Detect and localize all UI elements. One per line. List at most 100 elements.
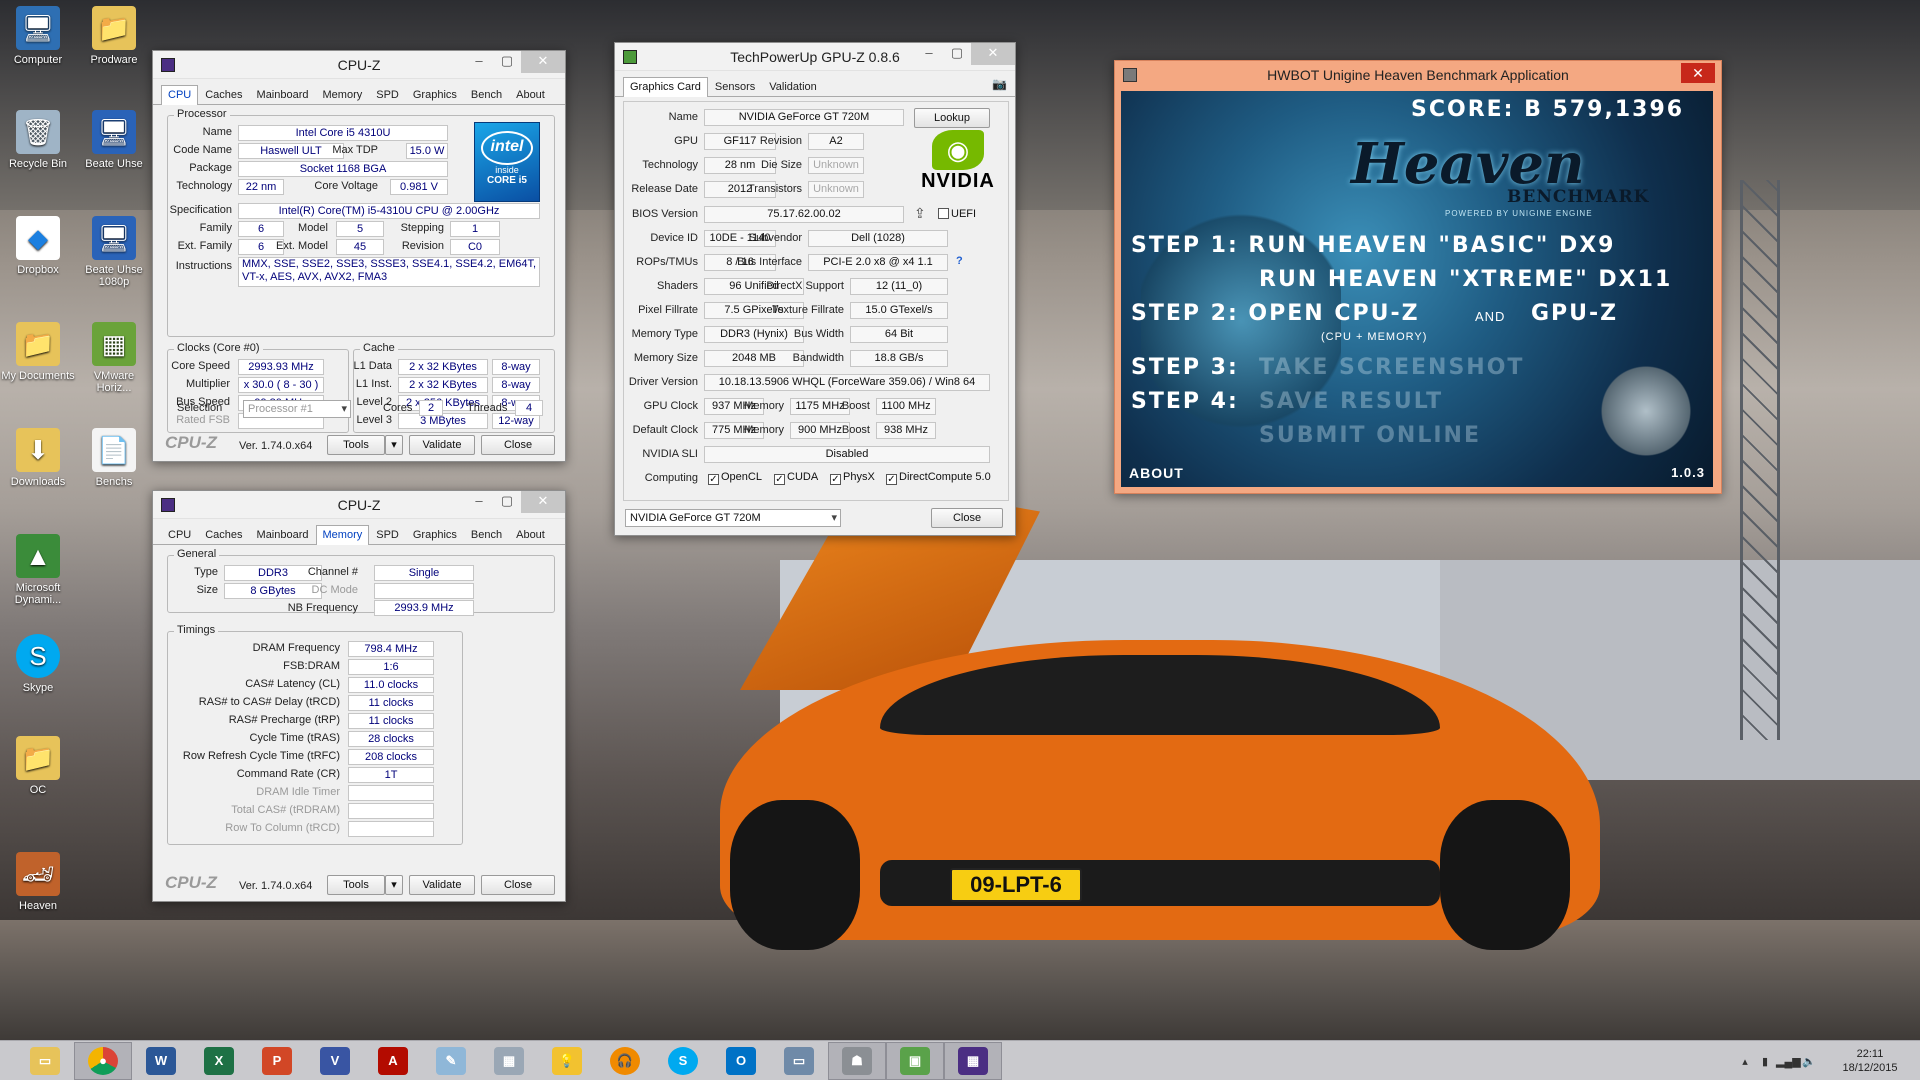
- uefi-checkbox[interactable]: UEFI: [938, 208, 976, 220]
- close-window-button[interactable]: ✕: [971, 43, 1015, 65]
- minimize-button[interactable]: –: [465, 51, 493, 73]
- desktop-icon-recycle-bin[interactable]: 🗑 Recycle Bin: [0, 110, 76, 170]
- desktop-icon-beate-uhse-1080p[interactable]: 🖥 Beate Uhse 1080p: [76, 216, 152, 288]
- share-icon[interactable]: ⇪: [914, 205, 926, 222]
- validate-button[interactable]: Validate: [409, 435, 475, 455]
- step-1-xtreme[interactable]: RUN HEAVEN "XTREME" DX11: [1259, 267, 1672, 292]
- desktop-icon-vmware-horizon[interactable]: ▦ VMware Horiz...: [76, 322, 152, 394]
- taskbar-skype[interactable]: S: [654, 1042, 712, 1080]
- maximize-button[interactable]: ▢: [943, 43, 971, 65]
- desktop-icon-downloads[interactable]: ⬇ Downloads: [0, 428, 76, 488]
- desktop-icon-my-documents[interactable]: 📁 My Documents: [0, 322, 76, 382]
- tab-bench[interactable]: Bench: [464, 525, 509, 544]
- tab-caches[interactable]: Caches: [198, 525, 249, 544]
- tray-expand-icon[interactable]: ▴: [1736, 1055, 1754, 1068]
- clock[interactable]: 22:11 18/12/2015: [1820, 1047, 1920, 1075]
- taskbar-chrome[interactable]: ●: [74, 1041, 132, 1080]
- close-window-button[interactable]: ✕: [521, 51, 565, 73]
- heaven-titlebar[interactable]: HWBOT Unigine Heaven Benchmark Applicati…: [1115, 61, 1721, 89]
- tab-cpu[interactable]: CPU: [161, 525, 198, 544]
- gpu-select[interactable]: NVIDIA GeForce GT 720M: [625, 509, 841, 527]
- submit-online[interactable]: SUBMIT ONLINE: [1259, 423, 1481, 448]
- tools-button[interactable]: Tools: [327, 435, 385, 455]
- network-icon[interactable]: ▂▄▆: [1776, 1055, 1801, 1068]
- minimize-button[interactable]: –: [915, 43, 943, 65]
- taskbar-remote-desktop[interactable]: ▭: [770, 1042, 828, 1080]
- tab-cpu[interactable]: CPU: [161, 85, 199, 105]
- desktop-icon-computer[interactable]: 🖥 Computer: [0, 6, 76, 66]
- taskbar-powerpoint[interactable]: P: [248, 1042, 306, 1080]
- cpuz-memory-window[interactable]: CPU-Z – ▢ ✕ CPU Caches Mainboard Memory …: [152, 490, 566, 902]
- tab-validation[interactable]: Validation: [762, 77, 824, 96]
- tab-about[interactable]: About: [509, 525, 552, 544]
- tab-mainboard[interactable]: Mainboard: [250, 525, 316, 544]
- cuda-checkbox[interactable]: ✓ CUDA: [774, 471, 818, 485]
- cpuz-titlebar[interactable]: CPU-Z – ▢ ✕: [153, 491, 565, 519]
- tab-graphics[interactable]: Graphics: [406, 85, 464, 104]
- cpuz-titlebar[interactable]: CPU-Z – ▢ ✕: [153, 51, 565, 79]
- physx-checkbox[interactable]: ✓ PhysX: [830, 471, 875, 485]
- desktop-icon-benchs[interactable]: 📄 Benchs: [76, 428, 152, 488]
- taskbar-gpuz[interactable]: ▣: [886, 1041, 944, 1080]
- close-button[interactable]: Close: [481, 875, 555, 895]
- processor-select[interactable]: Processor #1: [243, 400, 351, 418]
- step-1-basic[interactable]: STEP 1: RUN HEAVEN "BASIC" DX9: [1131, 233, 1616, 258]
- close-window-button[interactable]: ✕: [521, 491, 565, 513]
- step-4-save-result[interactable]: SAVE RESULT: [1259, 389, 1443, 414]
- desktop-icon-beate-uhse[interactable]: 🖥 Beate Uhse: [76, 110, 152, 170]
- taskbar-visio[interactable]: V: [306, 1042, 364, 1080]
- tab-graphics-card[interactable]: Graphics Card: [623, 77, 708, 97]
- taskbar-word[interactable]: W: [132, 1042, 190, 1080]
- tools-dropdown-arrow[interactable]: ▾: [385, 435, 403, 455]
- taskbar-acrobat[interactable]: A: [364, 1042, 422, 1080]
- tab-mainboard[interactable]: Mainboard: [250, 85, 316, 104]
- tab-memory[interactable]: Memory: [316, 85, 370, 104]
- close-window-button[interactable]: ✕: [1681, 63, 1715, 83]
- maximize-button[interactable]: ▢: [493, 491, 521, 513]
- desktop-icon-prodware[interactable]: 📁 Prodware: [76, 6, 152, 66]
- bus-help-icon[interactable]: ?: [956, 255, 963, 267]
- taskbar-file-explorer[interactable]: ▭: [16, 1042, 74, 1080]
- taskbar-paint[interactable]: ✎: [422, 1042, 480, 1080]
- tab-spd[interactable]: SPD: [369, 85, 406, 104]
- taskbar-calculator[interactable]: ▦: [480, 1042, 538, 1080]
- taskbar-cpuz[interactable]: ▦: [944, 1041, 1002, 1080]
- tab-spd[interactable]: SPD: [369, 525, 406, 544]
- gpuz-titlebar[interactable]: TechPowerUp GPU-Z 0.8.6 – ▢ ✕: [615, 43, 1015, 71]
- gpuz-window[interactable]: TechPowerUp GPU-Z 0.8.6 – ▢ ✕ Graphics C…: [614, 42, 1016, 536]
- step-2-gpuz[interactable]: GPU-Z: [1531, 301, 1618, 326]
- tab-about[interactable]: About: [509, 85, 552, 104]
- volume-icon[interactable]: 🔈: [1798, 1055, 1820, 1068]
- tab-sensors[interactable]: Sensors: [708, 77, 762, 96]
- tab-caches[interactable]: Caches: [198, 85, 249, 104]
- tools-dropdown-arrow[interactable]: ▾: [385, 875, 403, 895]
- tab-memory[interactable]: Memory: [315, 525, 370, 545]
- taskbar-excel[interactable]: X: [190, 1042, 248, 1080]
- taskbar-heaven[interactable]: ☗: [828, 1041, 886, 1080]
- about-link[interactable]: ABOUT: [1129, 465, 1184, 481]
- desktop-icon-skype[interactable]: S Skype: [0, 634, 76, 694]
- validate-button[interactable]: Validate: [409, 875, 475, 895]
- tab-graphics[interactable]: Graphics: [406, 525, 464, 544]
- desktop-icon-heaven[interactable]: 🏎 Heaven: [0, 852, 76, 912]
- desktop-icon-oc[interactable]: 📁 OC: [0, 736, 76, 796]
- maximize-button[interactable]: ▢: [493, 51, 521, 73]
- taskbar-tips[interactable]: 💡: [538, 1042, 596, 1080]
- minimize-button[interactable]: –: [465, 491, 493, 513]
- desktop-icon-microsoft-dynamics[interactable]: ▲ Microsoft Dynami...: [0, 534, 76, 606]
- step-3-screenshot[interactable]: TAKE SCREENSHOT: [1259, 355, 1524, 380]
- camera-icon[interactable]: 📷: [992, 77, 1007, 96]
- desktop-icon-dropbox[interactable]: ◆ Dropbox: [0, 216, 76, 276]
- directcompute-checkbox[interactable]: ✓ DirectCompute 5.0: [886, 471, 991, 485]
- close-button[interactable]: Close: [481, 435, 555, 455]
- opencl-checkbox[interactable]: ✓ OpenCL: [708, 471, 762, 485]
- tab-bench[interactable]: Bench: [464, 85, 509, 104]
- cpuz-cpu-window[interactable]: CPU-Z – ▢ ✕ CPU Caches Mainboard Memory …: [152, 50, 566, 462]
- step-2-cpuz[interactable]: STEP 2: OPEN CPU-Z: [1131, 301, 1420, 326]
- close-button[interactable]: Close: [931, 508, 1003, 528]
- power-icon[interactable]: ▮: [1754, 1055, 1776, 1068]
- lookup-button[interactable]: Lookup: [914, 108, 990, 128]
- taskbar-outlook[interactable]: O: [712, 1042, 770, 1080]
- taskbar-music[interactable]: 🎧: [596, 1042, 654, 1080]
- tools-button[interactable]: Tools: [327, 875, 385, 895]
